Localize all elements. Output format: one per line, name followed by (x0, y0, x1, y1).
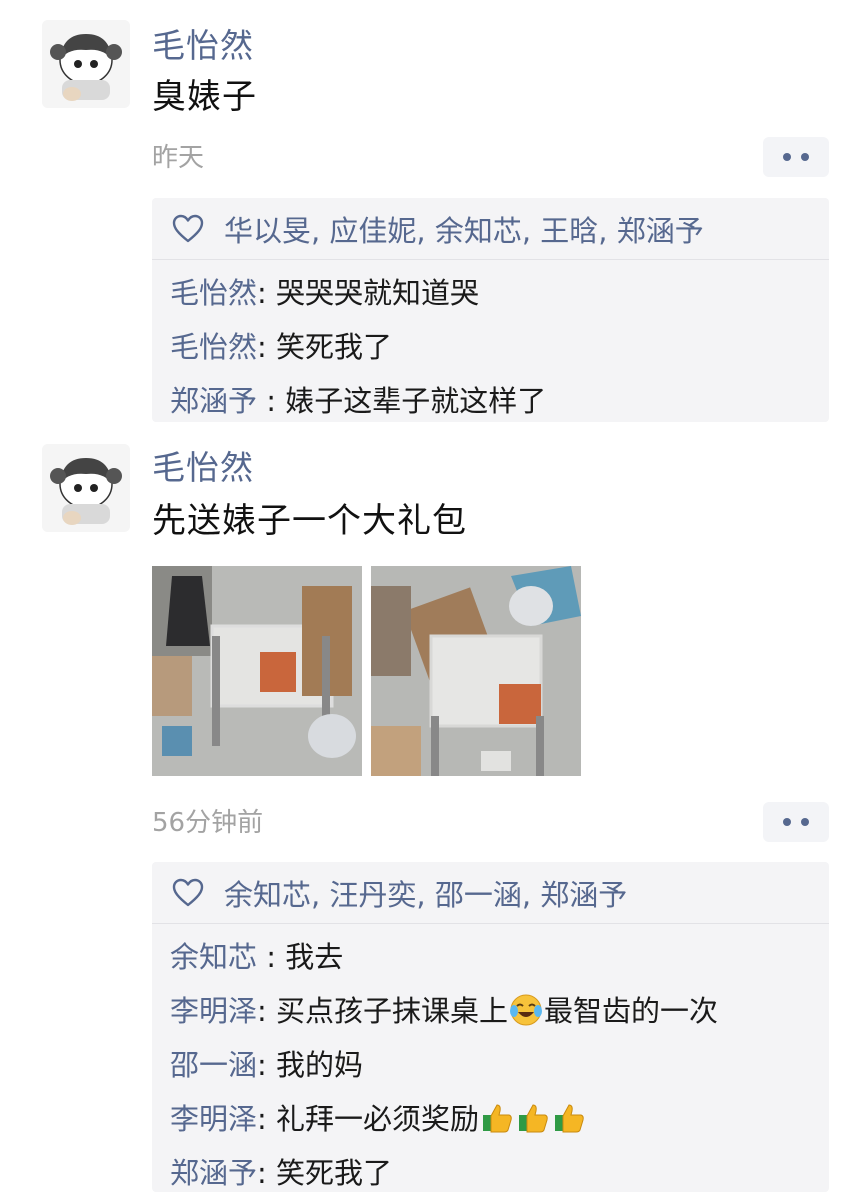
more-dot-icon (801, 153, 809, 161)
comment-text: 最智齿的一次 (544, 994, 719, 1028)
comment-text: 笑死我了 (276, 1156, 393, 1190)
likes-names[interactable]: 余知芯, 汪丹奕, 邵一涵, 郑涵予 (224, 872, 627, 914)
thumbs-up-emoji-icon (555, 1104, 584, 1133)
comment-author[interactable]: 李明泽 (170, 994, 257, 1028)
comment-text: 我的妈 (276, 1048, 364, 1082)
heart-outline-icon (172, 878, 204, 906)
post-author[interactable]: 毛怡然 (152, 26, 254, 66)
comment-item[interactable]: 毛怡然: 哭哭哭就知道哭 (170, 266, 829, 320)
avatar[interactable] (42, 444, 130, 532)
post-time: 56分钟前 (152, 808, 264, 838)
more-button[interactable] (763, 137, 829, 177)
more-dot-icon (801, 818, 809, 826)
moments-post-1: 毛怡然 臭婊子 昨天 华以旻, 应佳妮, 余知芯, 王晗, 郑涵予 毛怡然: 哭… (0, 0, 857, 430)
comment-author[interactable]: 毛怡然 (170, 276, 257, 310)
comment-author[interactable]: 邵一涵 (170, 1048, 257, 1082)
likes-comments-box: 余知芯, 汪丹奕, 邵一涵, 郑涵予 余知芯 : 我去 李明泽: 买点孩子抹课桌… (152, 862, 829, 1192)
comment-author[interactable]: 郑涵予 (170, 384, 257, 418)
post-time: 昨天 (152, 143, 205, 173)
comment-separator: : (257, 994, 277, 1028)
more-dot-icon (783, 153, 791, 161)
likes-comments-box: 华以旻, 应佳妮, 余知芯, 王晗, 郑涵予 毛怡然: 哭哭哭就知道哭 毛怡然:… (152, 198, 829, 422)
comment-separator: : (257, 1048, 277, 1082)
comment-text: 我去 (285, 940, 344, 974)
comment-item[interactable]: 李明泽: 买点孩子抹课桌上 最智齿的一次 (170, 984, 829, 1038)
post-text: 先送婊子一个大礼包 (152, 501, 467, 541)
likes-names[interactable]: 华以旻, 应佳妮, 余知芯, 王晗, 郑涵予 (224, 208, 704, 250)
post-author[interactable]: 毛怡然 (152, 448, 254, 488)
comment-author[interactable]: 李明泽 (170, 1102, 257, 1136)
post-photo-2[interactable] (371, 566, 581, 776)
comment-separator: : (257, 1156, 277, 1190)
comment-author[interactable]: 余知芯 (170, 940, 257, 974)
comment-text: 哭哭哭就知道哭 (276, 276, 480, 310)
comment-author[interactable]: 毛怡然 (170, 330, 257, 364)
comment-item[interactable]: 李明泽: 礼拜一必须奖励 (170, 1092, 829, 1146)
comment-list: 余知芯 : 我去 李明泽: 买点孩子抹课桌上 最智齿的一次 邵一涵: 我的妈 李… (152, 924, 829, 1200)
comment-text: 买点孩子抹课桌上 (276, 994, 509, 1028)
more-button[interactable] (763, 802, 829, 842)
comment-text: 礼拜一必须奖励 (276, 1102, 480, 1136)
comment-item[interactable]: 郑涵予: 笑死我了 (170, 1146, 829, 1200)
comment-separator: : (257, 940, 286, 974)
comment-author[interactable]: 郑涵予 (170, 1156, 257, 1190)
likes-row: 华以旻, 应佳妮, 余知芯, 王晗, 郑涵予 (152, 198, 829, 260)
more-dot-icon (783, 818, 791, 826)
comment-separator: : (257, 1102, 277, 1136)
avatar[interactable] (42, 20, 130, 108)
comment-item[interactable]: 郑涵予 : 婊子这辈子就这样了 (170, 374, 829, 428)
comment-separator: : (257, 276, 277, 310)
comment-item[interactable]: 邵一涵: 我的妈 (170, 1038, 829, 1092)
comment-separator: : (257, 384, 286, 418)
comment-item[interactable]: 余知芯 : 我去 (170, 930, 829, 984)
comment-separator: : (257, 330, 277, 364)
comment-text: 笑死我了 (276, 330, 393, 364)
likes-row: 余知芯, 汪丹奕, 邵一涵, 郑涵予 (152, 862, 829, 924)
comment-item[interactable]: 毛怡然: 笑死我了 (170, 320, 829, 374)
crying-laughing-emoji-icon (510, 994, 543, 1026)
comment-text: 婊子这辈子就这样了 (285, 384, 547, 418)
heart-outline-icon (172, 214, 204, 242)
post-photo-1[interactable] (152, 566, 362, 776)
thumbs-up-emoji-icon (519, 1104, 548, 1133)
post-text: 臭婊子 (152, 77, 257, 117)
thumbs-up-emoji-icon (483, 1104, 512, 1133)
comment-list: 毛怡然: 哭哭哭就知道哭 毛怡然: 笑死我了 郑涵予 : 婊子这辈子就这样了 (152, 260, 829, 428)
